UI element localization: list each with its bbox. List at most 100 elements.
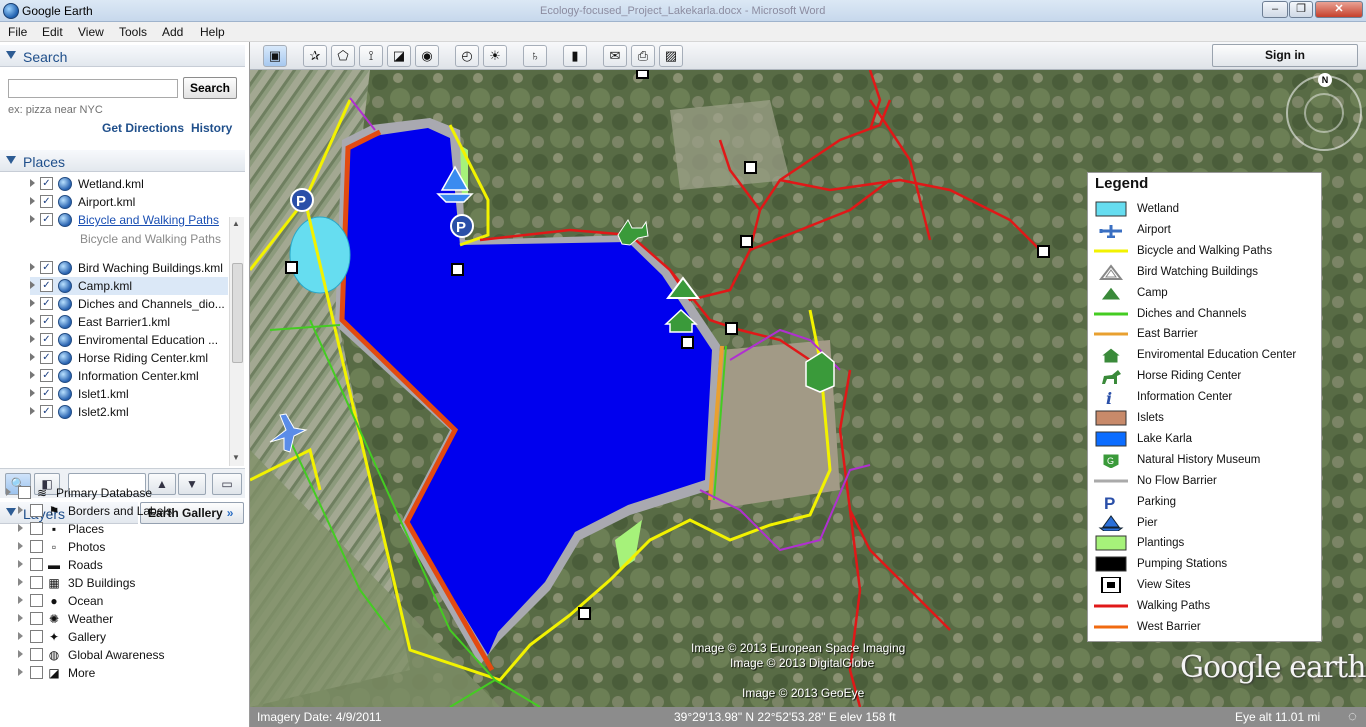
look-joystick[interactable] [1304,93,1344,133]
layer-checkbox[interactable] [30,504,43,517]
place-item[interactable]: ✓ Enviromental Education ... [30,331,228,349]
places-panel-header[interactable]: Places [0,150,245,172]
expand-arrow-icon[interactable] [6,488,11,496]
save-image-icon[interactable]: ▨ [659,45,683,67]
layer-item[interactable]: ✺ Weather [18,610,238,628]
menu-view[interactable]: View [78,25,104,39]
expand-arrow-icon[interactable] [18,560,23,568]
layer-item[interactable]: ◪ More [18,664,238,682]
layer-checkbox[interactable] [30,648,43,661]
place-item[interactable]: ✓ Islet1.kml [30,385,228,403]
place-checkbox[interactable]: ✓ [40,369,53,382]
expand-arrow-icon[interactable] [18,524,23,532]
close-button[interactable]: ✕ [1315,1,1363,18]
polygon-icon[interactable]: ⬠ [331,45,355,67]
menu-add[interactable]: Add [162,25,183,39]
menu-tools[interactable]: Tools [119,25,147,39]
place-checkbox[interactable]: ✓ [40,315,53,328]
place-item[interactable]: ✓ Horse Riding Center.kml [30,349,228,367]
layer-item[interactable]: ▦ 3D Buildings [18,574,238,592]
layer-item[interactable]: ● Ocean [18,592,238,610]
place-item[interactable]: ✓ Bird Waching Buildings.kml [30,259,228,277]
layer-checkbox[interactable] [30,540,43,553]
place-checkbox[interactable]: ✓ [40,213,53,226]
menu-file[interactable]: File [8,25,27,39]
minimize-button[interactable]: – [1262,1,1288,18]
places-scrollbar[interactable]: ▲ ▼ [229,217,244,466]
place-checkbox[interactable]: ✓ [40,297,53,310]
expand-arrow-icon[interactable] [18,596,23,604]
planets-icon[interactable]: ♄ [523,45,547,67]
place-label[interactable]: Bicycle and Walking Paths [78,213,219,227]
layer-checkbox[interactable] [30,594,43,607]
search-input[interactable] [8,79,178,98]
expand-arrow-icon[interactable] [30,179,35,187]
image-overlay-icon[interactable]: ◪ [387,45,411,67]
expand-arrow-icon[interactable] [30,371,35,379]
layer-checkbox[interactable] [30,558,43,571]
expand-arrow-icon[interactable] [30,317,35,325]
expand-arrow-icon[interactable] [18,632,23,640]
expand-arrow-icon[interactable] [18,668,23,676]
place-checkbox[interactable]: ✓ [40,261,53,274]
menu-help[interactable]: Help [200,25,225,39]
search-panel-header[interactable]: Search [0,45,245,67]
place-checkbox[interactable]: ✓ [40,351,53,364]
layer-item[interactable]: ✦ Gallery [18,628,238,646]
scroll-up-icon[interactable]: ▲ [232,219,240,228]
expand-arrow-icon[interactable] [18,614,23,622]
place-item[interactable]: ✓ Information Center.kml [30,367,228,385]
sunlight-icon[interactable]: ☀ [483,45,507,67]
expand-arrow-icon[interactable] [30,197,35,205]
scroll-down-icon[interactable]: ▼ [232,453,240,462]
placemark-icon[interactable]: ✰ [303,45,327,67]
place-item[interactable]: ✓ Islet2.kml [30,403,228,421]
layer-item[interactable]: ≋ Primary Database [6,484,226,502]
ruler-icon[interactable]: ▮ [563,45,587,67]
place-item[interactable]: ✓ Diches and Channels_dio... [30,295,228,313]
expand-arrow-icon[interactable] [30,353,35,361]
layer-item[interactable]: ▪ Places [18,520,238,538]
expand-arrow-icon[interactable] [30,215,35,223]
expand-arrow-icon[interactable] [30,407,35,415]
expand-arrow-icon[interactable] [30,281,35,289]
sidebar-toggle-icon[interactable]: ▣ [263,45,287,67]
sign-in-button[interactable]: Sign in [1212,44,1358,67]
expand-arrow-icon[interactable] [18,578,23,586]
layer-checkbox[interactable] [30,522,43,535]
record-tour-icon[interactable]: ◉ [415,45,439,67]
email-icon[interactable]: ✉ [603,45,627,67]
place-item[interactable]: ✓ Wetland.kml [30,175,228,193]
place-checkbox[interactable]: ✓ [40,333,53,346]
print-icon[interactable]: ⎙ [631,45,655,67]
layer-item[interactable]: ◍ Global Awareness [18,646,238,664]
place-checkbox[interactable]: ✓ [40,387,53,400]
expand-arrow-icon[interactable] [30,389,35,397]
place-checkbox[interactable]: ✓ [40,195,53,208]
search-button[interactable]: Search [183,77,237,99]
layer-item[interactable]: ▬ Roads [18,556,238,574]
history-link[interactable]: History [191,121,232,135]
menu-edit[interactable]: Edit [42,25,63,39]
expand-arrow-icon[interactable] [30,335,35,343]
compass-control[interactable]: N [1286,73,1362,151]
place-checkbox[interactable]: ✓ [40,177,53,190]
layer-checkbox[interactable] [30,612,43,625]
expand-arrow-icon[interactable] [30,263,35,271]
layer-checkbox[interactable] [30,576,43,589]
expand-arrow-icon[interactable] [18,506,23,514]
layer-item[interactable]: ⚑ Borders and Labels [18,502,238,520]
place-item[interactable]: ✓ Camp.kml [30,277,228,295]
maximize-button[interactable]: ❐ [1289,1,1313,18]
place-item[interactable]: ✓ Bicycle and Walking Paths [30,211,228,229]
historical-imagery-icon[interactable]: ◴ [455,45,479,67]
place-checkbox[interactable]: ✓ [40,405,53,418]
place-checkbox[interactable]: ✓ [40,279,53,292]
path-icon[interactable]: ⟟ [359,45,383,67]
get-directions-link[interactable]: Get Directions [102,121,184,135]
places-scroll-thumb[interactable] [232,263,243,363]
place-item[interactable]: ✓ East Barrier1.kml [30,313,228,331]
layer-checkbox[interactable] [30,666,43,679]
map-view[interactable]: ▣ ✰ ⬠ ⟟ ◪ ◉ ◴ ☀ ♄ ▮ ✉ ⎙ ▨ Sign in P P N … [250,42,1366,727]
place-item[interactable]: ✓ Airport.kml [30,193,228,211]
